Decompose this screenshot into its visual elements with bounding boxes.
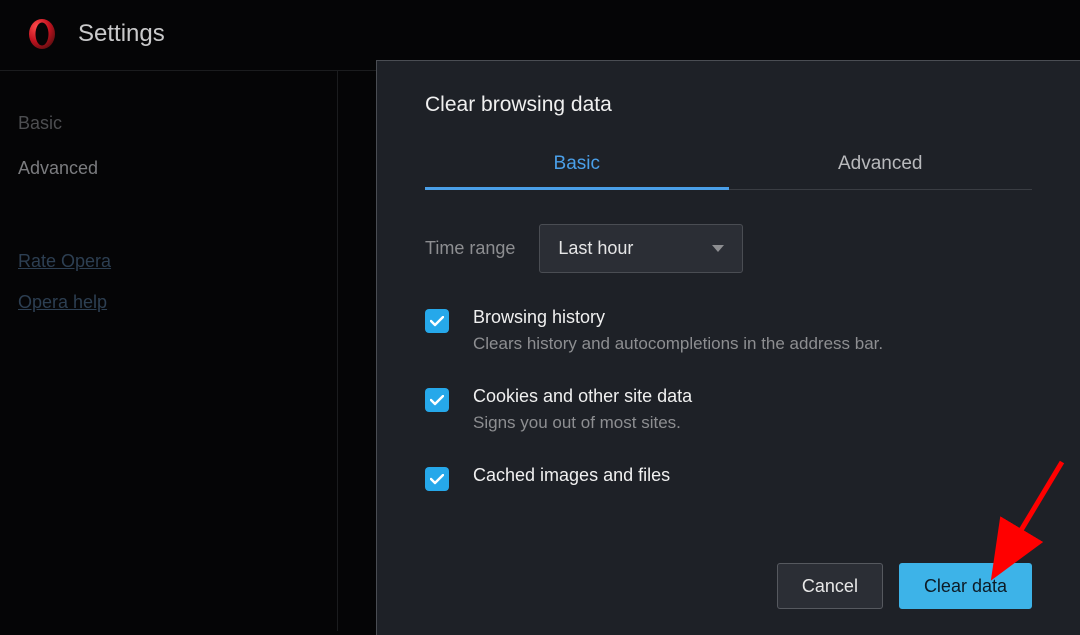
option-cookies: Cookies and other site data Signs you ou… [425,386,1032,433]
dialog-title: Clear browsing data [425,93,1032,117]
check-icon [430,474,444,485]
opera-logo-icon [26,18,58,50]
time-range-row: Time range Last hour [425,224,1032,273]
option-cached: Cached images and files [425,465,1032,492]
sidebar-link-rate-opera[interactable]: Rate Opera [18,241,337,282]
settings-sidebar: Basic Advanced Rate Opera Opera help [0,71,338,631]
sidebar-item-advanced[interactable]: Advanced [18,146,337,191]
check-icon [430,395,444,406]
option-text: Browsing history Clears history and auto… [473,307,883,354]
clear-data-button[interactable]: Clear data [899,563,1032,609]
check-icon [430,316,444,327]
option-browsing-history: Browsing history Clears history and auto… [425,307,1032,354]
option-title: Cached images and files [473,465,670,486]
sidebar-links: Rate Opera Opera help [18,241,337,323]
option-desc: Signs you out of most sites. [473,413,692,433]
option-text: Cookies and other site data Signs you ou… [473,386,692,433]
checkbox-browsing-history[interactable] [425,309,449,333]
checkbox-cached[interactable] [425,467,449,491]
clear-browsing-data-dialog: Clear browsing data Basic Advanced Time … [376,60,1080,635]
option-title: Browsing history [473,307,883,328]
time-range-select[interactable]: Last hour [539,224,743,273]
cancel-button[interactable]: Cancel [777,563,883,609]
time-range-label: Time range [425,238,515,259]
option-desc: Clears history and autocompletions in th… [473,334,883,354]
sidebar-link-opera-help[interactable]: Opera help [18,282,337,323]
dialog-tabs: Basic Advanced [425,143,1032,190]
checkbox-cookies[interactable] [425,388,449,412]
tab-basic[interactable]: Basic [425,143,729,189]
dialog-footer: Cancel Clear data [425,563,1032,609]
option-text: Cached images and files [473,465,670,492]
chevron-down-icon [712,245,724,252]
tab-advanced[interactable]: Advanced [729,143,1033,189]
time-range-value: Last hour [558,238,633,259]
page-title: Settings [78,20,165,48]
option-title: Cookies and other site data [473,386,692,407]
sidebar-item-basic[interactable]: Basic [18,101,337,146]
